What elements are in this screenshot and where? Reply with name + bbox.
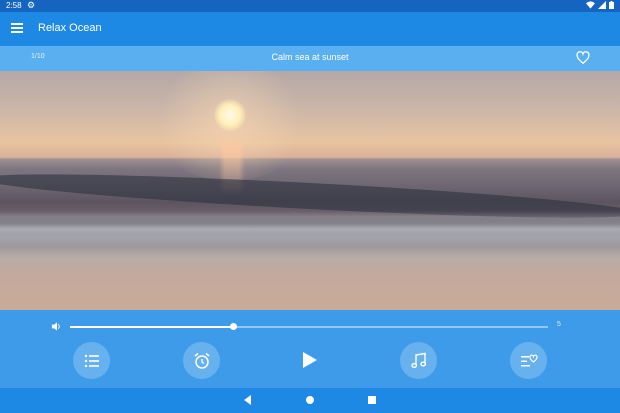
wave-foam — [0, 211, 620, 247]
gear-icon: ⚙ — [27, 0, 36, 10]
list-icon — [84, 354, 99, 367]
ocean-sunset-image — [0, 71, 620, 310]
volume-icon[interactable] — [51, 321, 62, 332]
signal-icon — [597, 1, 606, 9]
battery-icon — [609, 1, 614, 9]
hamburger-menu-icon[interactable] — [11, 21, 23, 35]
status-time: 2:58 — [6, 1, 22, 10]
track-bar: 1/10 Calm sea at sunset — [0, 46, 620, 71]
favorites-list-button[interactable] — [510, 342, 547, 379]
volume-slider-fill — [70, 326, 233, 328]
volume-max-label: 5 — [557, 321, 561, 328]
system-nav-bar — [0, 388, 620, 413]
heart-list-icon — [520, 354, 538, 366]
heart-outline-icon[interactable] — [576, 51, 590, 65]
home-icon[interactable] — [304, 394, 316, 406]
app-bar: Relax Ocean — [0, 12, 620, 46]
alarm-clock-icon — [194, 352, 209, 369]
volume-slider-thumb[interactable] — [229, 323, 237, 330]
app-title: Relax Ocean — [38, 22, 102, 34]
back-icon[interactable] — [242, 394, 254, 406]
sun — [214, 99, 246, 131]
music-note-icon — [410, 352, 426, 368]
status-bar: 2:58 ⚙ — [0, 0, 620, 12]
playlist-button[interactable] — [73, 342, 110, 379]
timer-button[interactable] — [183, 342, 220, 379]
wifi-icon — [585, 1, 595, 9]
track-name: Calm sea at sunset — [271, 52, 349, 62]
status-icons — [585, 1, 614, 11]
music-button[interactable] — [400, 342, 437, 379]
play-button[interactable] — [302, 351, 318, 369]
recents-icon[interactable] — [366, 394, 378, 406]
volume-slider[interactable] — [70, 323, 548, 330]
player-controls: 5 — [0, 310, 620, 388]
